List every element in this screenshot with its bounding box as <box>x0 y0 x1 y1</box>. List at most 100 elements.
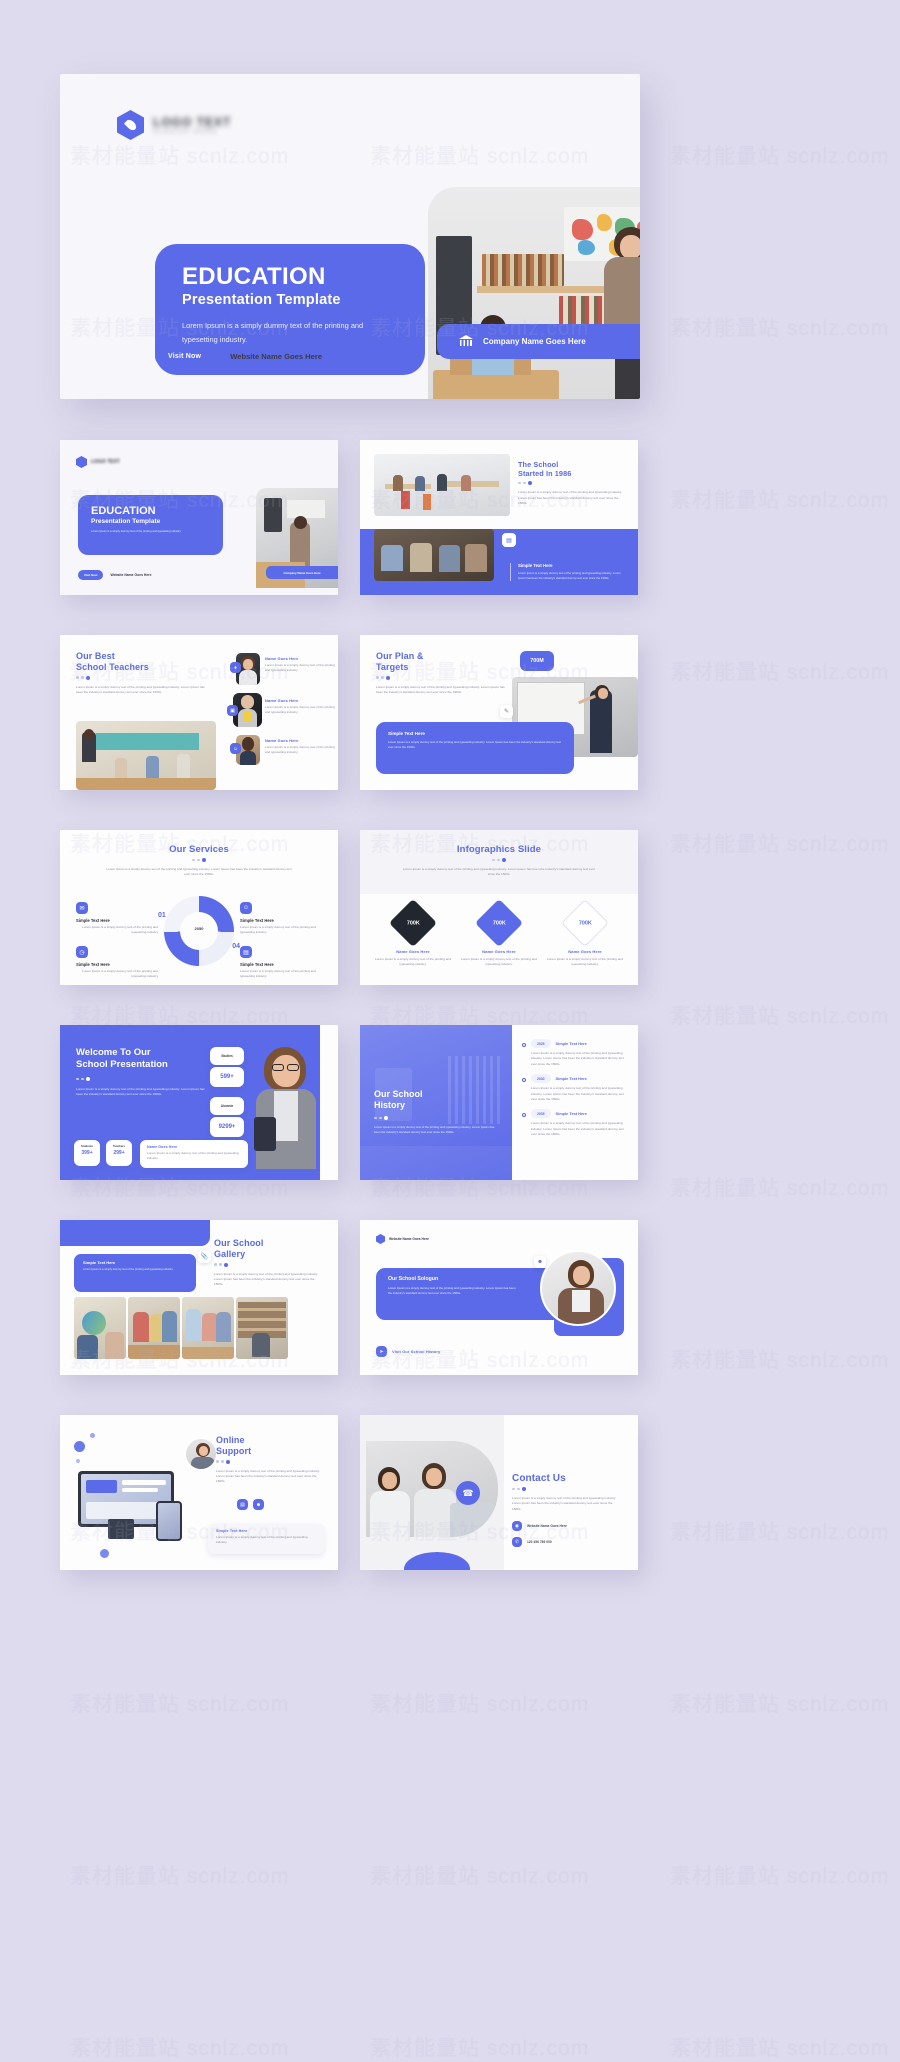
school-started-body: Lorem Ipsum is a simply dummy text of th… <box>518 490 622 506</box>
contact-title: Contact Us <box>512 1473 566 1484</box>
slogan-link[interactable]: Visit Our School History <box>392 1349 440 1354</box>
teachers-classroom-photo <box>76 721 216 790</box>
document-icon: ▤ <box>502 533 516 547</box>
slide-contact-us[interactable]: ☎ Contact Us Lorem Ipsum is a simply dum… <box>360 1415 638 1570</box>
timeline-desc: Lorem Ipsum is a simply dummy text of th… <box>531 1121 624 1137</box>
history-title-2: History <box>374 1099 406 1110</box>
welcome-card-title: Name Goes Here <box>147 1145 178 1149</box>
mini-visit-button[interactable]: Visit Now <box>78 570 104 580</box>
history-title-1: Our School <box>374 1089 423 1099</box>
teacher-name: Name Goes Here <box>265 738 299 743</box>
timeline-item: 2030 Simple Text Here Lorem Ipsum is a s… <box>522 1074 626 1102</box>
school-started-card-title: Simple Text Here <box>518 562 553 568</box>
segment-03: 03 <box>160 945 168 952</box>
infographic-value: 700K <box>578 919 592 926</box>
chat-icon: ▤ <box>237 1499 248 1510</box>
slide-plan-targets[interactable]: Our Plan & Targets Lorem Ipsum is a simp… <box>360 635 638 790</box>
plan-body: Lorem Ipsum is a simply dummy text of th… <box>376 684 505 694</box>
infographic-value: 700K <box>406 919 420 926</box>
school-started-title-2: Started In 1986 <box>518 469 572 479</box>
support-title-2: Support <box>216 1445 252 1456</box>
hexagon-logo-icon <box>376 1234 385 1244</box>
smiley-icon: ☺ <box>230 743 241 754</box>
mini-subtitle: Presentation Template <box>91 518 161 525</box>
service-desc: Lorem Ipsum is a simply dummy text of th… <box>82 925 158 935</box>
lightbulb-icon: ♦ <box>230 662 241 673</box>
school-started-card-body: Lorem Ipsum is a simply dummy text of th… <box>518 570 621 580</box>
gallery-strip <box>74 1297 288 1359</box>
slide-row-4: Welcome To Our School Presentation Lorem… <box>0 1017 900 1192</box>
slide-infographics[interactable]: Infographics Slide Lorem Ipsum is a simp… <box>360 830 638 985</box>
gallery-title-1: Our School <box>214 1238 264 1248</box>
hero-footer: Visit Now Website Name Goes Here <box>155 347 322 366</box>
welcome-title-2: School Presentation <box>76 1058 168 1070</box>
support-body: Lorem Ipsum is a simply dummy text of th… <box>216 1468 320 1484</box>
contact-phone: 123 456 789 000 <box>527 1540 552 1545</box>
slide-our-services[interactable]: Our Services Lorem Ipsum is a simply dum… <box>60 830 338 985</box>
timeline-title: Simple Text Here <box>555 1076 587 1082</box>
mini-title-card: EDUCATION Presentation Template Lorem Ip… <box>78 495 223 555</box>
teachers-title-2: School Teachers <box>76 661 149 672</box>
paperclip-icon: 📎 <box>198 1250 211 1263</box>
decor-dots <box>518 481 624 486</box>
slide-online-support[interactable]: Online Support Lorem Ipsum is a simply d… <box>60 1415 338 1570</box>
support-card-title: Simple Text Here <box>216 1529 248 1533</box>
timeline-year: 2030 <box>531 1074 551 1084</box>
globe-icon: ◉ <box>512 1521 522 1532</box>
welcome-body: Lorem Ipsum is a simply dummy text of th… <box>76 1086 205 1097</box>
timeline-year: 2035 <box>531 1109 551 1119</box>
watermark-text: 素材能量站 scnlz.com <box>70 1865 290 1888</box>
watermark-text: 素材能量站 scnlz.com <box>370 1693 590 1716</box>
hero-body: Lorem Ipsum is a simply dummy text of th… <box>182 321 364 344</box>
slide-school-history[interactable]: Our School History Lorem Ipsum is a simp… <box>360 1025 638 1180</box>
service-title: Simple Text Here <box>76 918 110 923</box>
website-name-label: Website Name Goes Here <box>230 352 323 361</box>
segment-01: 01 <box>158 912 166 919</box>
infographic-desc: Lorem Ipsum is a simply dummy text of th… <box>375 957 451 967</box>
watermark-text: 素材能量站 scnlz.com <box>670 317 890 340</box>
teachers-body: Lorem Ipsum is a simply dummy text of th… <box>76 684 205 694</box>
brand-logo: LOGO TEXT SLOGAN HERE <box>117 110 231 140</box>
teacher-desc: Lorem Ipsum is a simply dummy text of th… <box>265 745 335 755</box>
visit-now-button[interactable]: Visit Now <box>155 347 215 366</box>
stat-label: Teachers <box>112 1144 126 1148</box>
support-card-body: Lorem Ipsum is a simply dummy text of th… <box>216 1535 308 1545</box>
gallery-card-title: Simple Text Here <box>83 1260 116 1265</box>
slide-grid: LOGO TEXT EDUCATION Presentation Templat… <box>0 432 900 1602</box>
infographic-value: 700K <box>492 919 506 926</box>
arrow-icon: ➤ <box>376 1346 387 1357</box>
teacher-name: Name Goes Here <box>265 656 299 661</box>
slide-school-started[interactable]: The School Started In 1986 Lorem Ipsum i… <box>360 440 638 595</box>
timeline-desc: Lorem Ipsum is a simply dummy text of th… <box>531 1051 624 1066</box>
donut-center-label: 2050 <box>194 926 204 931</box>
phone-icon: ✆ <box>512 1537 522 1548</box>
logo-subtext: SLOGAN HERE <box>153 129 219 135</box>
hero-title: EDUCATION <box>182 263 326 290</box>
service-title: Simple Text Here <box>76 962 110 967</box>
hero-slide: LOGO TEXT SLOGAN HERE EDUCATION Presenta… <box>60 74 640 399</box>
user-icon: ☻ <box>534 1256 546 1268</box>
teacher-figure <box>598 226 640 399</box>
slide-school-gallery[interactable]: Our School Gallery Lorem Ipsum is a simp… <box>60 1220 338 1375</box>
hexagon-logo-icon <box>117 110 144 140</box>
stat-label: Students <box>81 1144 93 1148</box>
slogan-title: Our School Sologun <box>388 1276 439 1282</box>
slide-school-slogan[interactable]: Website Name Goes Here Our School Sologu… <box>360 1220 638 1375</box>
slogan-body: Lorem Ipsum is a simply dummy text of th… <box>388 1286 516 1296</box>
gallery-title-2: Gallery <box>214 1248 246 1259</box>
hero-classroom-photo <box>428 187 640 399</box>
slide-title-mini[interactable]: LOGO TEXT EDUCATION Presentation Templat… <box>60 440 338 595</box>
plan-card-title: Simple Text Here <box>388 731 425 736</box>
decor-dot <box>74 1441 85 1452</box>
slide-row-6: Online Support Lorem Ipsum is a simply d… <box>0 1407 900 1582</box>
infographic-name: Name Goes Here <box>568 949 602 954</box>
slogan-portrait <box>540 1250 616 1326</box>
slide-welcome[interactable]: Welcome To Our School Presentation Lorem… <box>60 1025 338 1180</box>
watermark-text: 素材能量站 scnlz.com <box>70 1693 290 1716</box>
school-started-title-1: The School <box>518 460 559 469</box>
infographic-desc: Lorem Ipsum is a simply dummy text of th… <box>547 957 623 967</box>
slide-school-teachers[interactable]: Our Best School Teachers Lorem Ipsum is … <box>60 635 338 790</box>
timeline-year: 2025 <box>531 1039 551 1048</box>
mini-body: Lorem Ipsum is a simply dummy text of th… <box>91 530 182 533</box>
teacher-desc: Lorem Ipsum is a simply dummy text of th… <box>265 705 335 715</box>
